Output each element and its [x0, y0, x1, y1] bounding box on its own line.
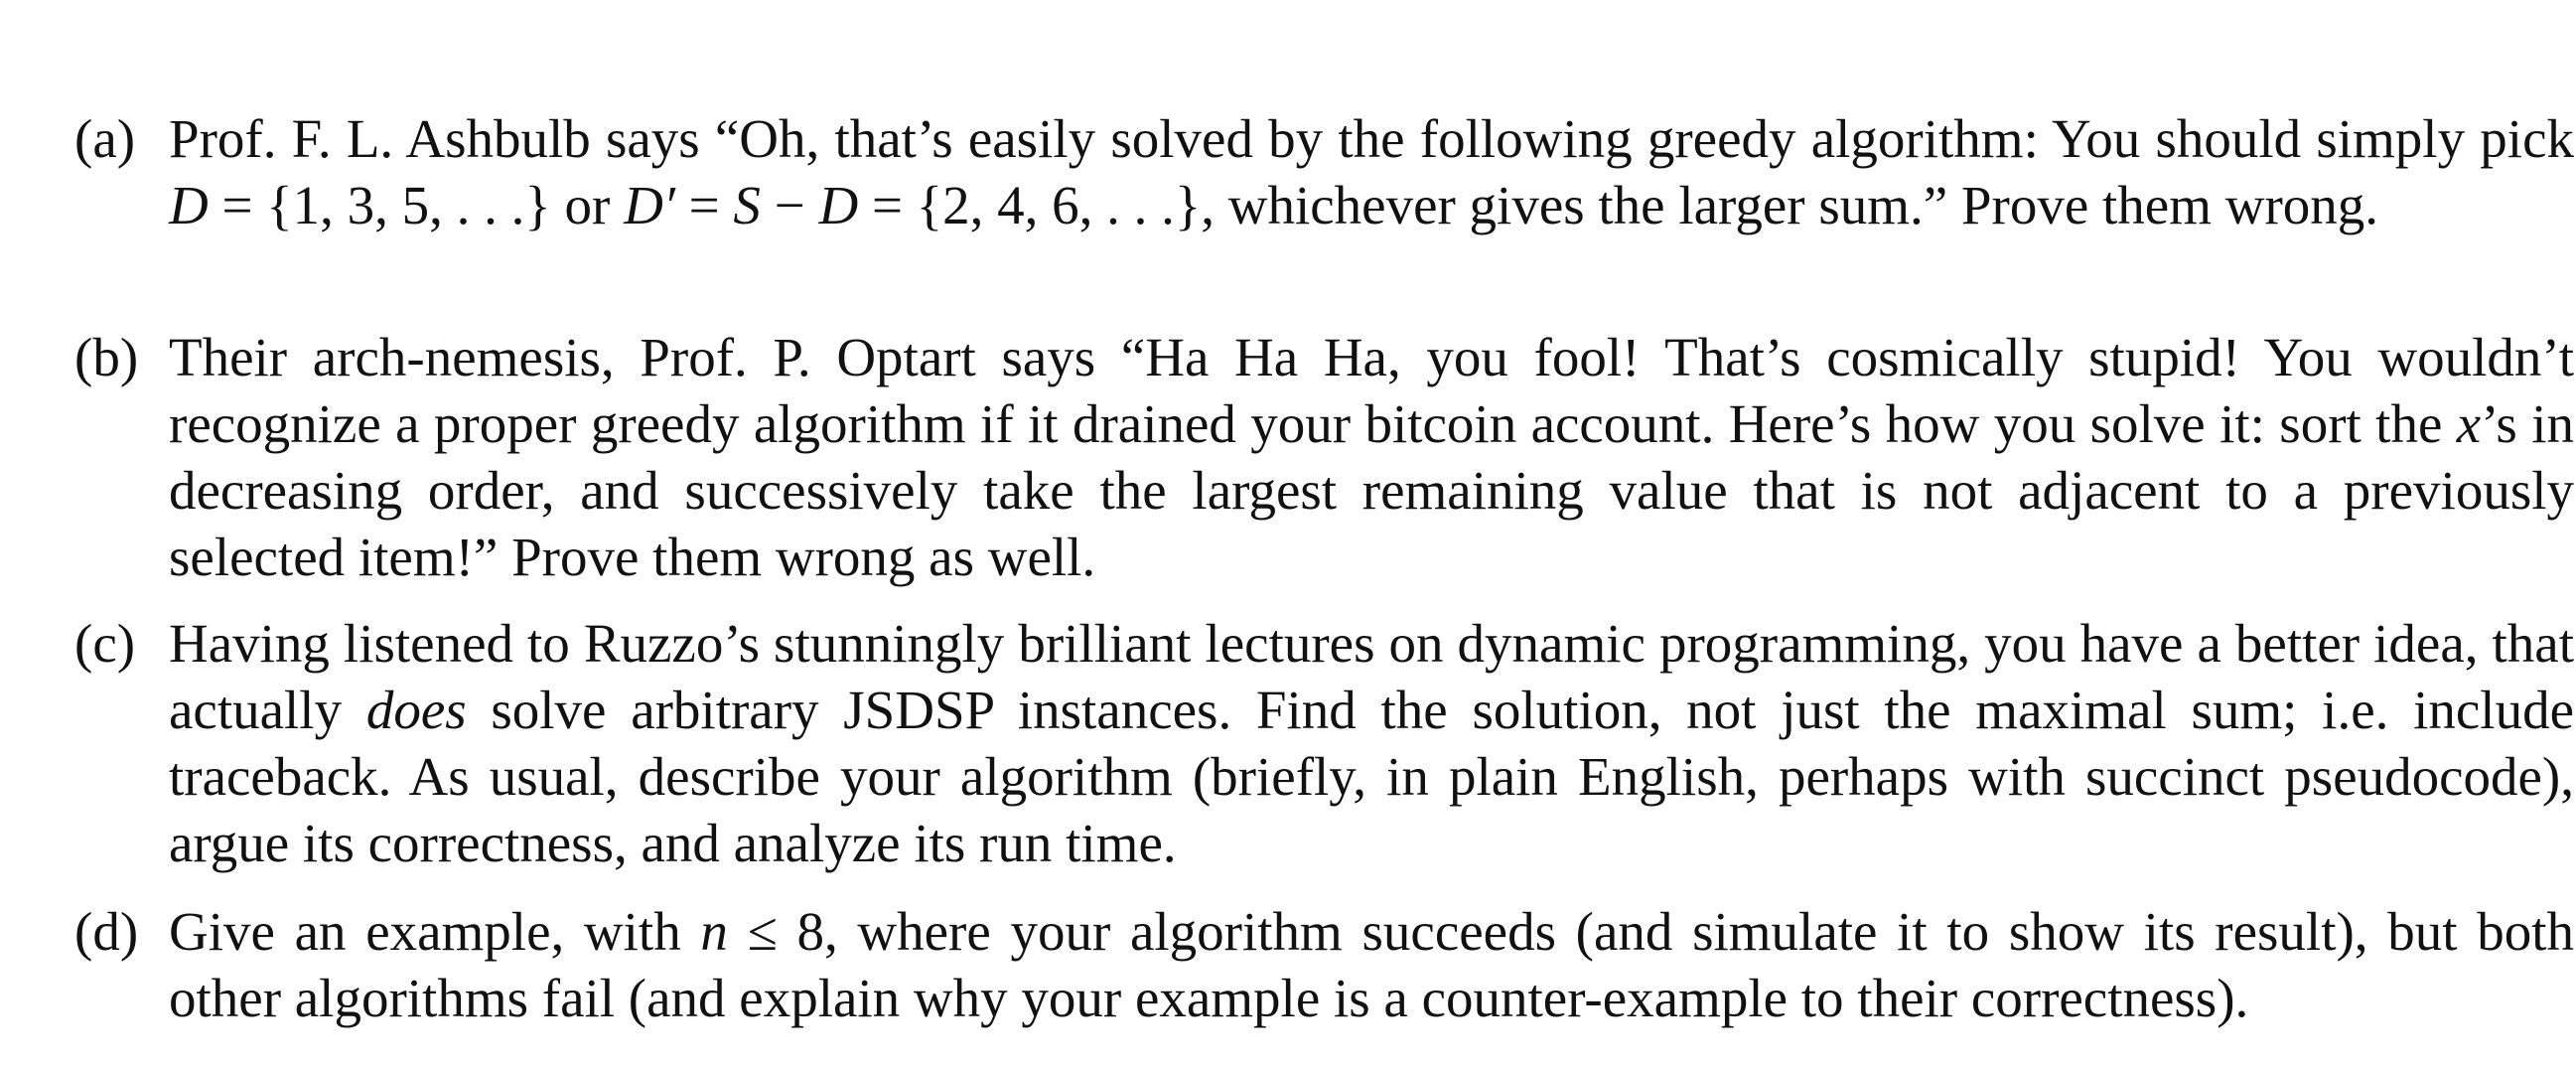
math-symbol: x [2456, 393, 2482, 454]
item-text: Prof. F. L. Ashbulb says “Oh, that’s eas… [169, 105, 2574, 238]
text-run: = [674, 175, 734, 235]
math-symbol: S [733, 175, 761, 235]
text-run: − [760, 175, 819, 235]
item-marker: (d) [74, 901, 139, 962]
item-text: Give an example, with n ≤ 8, where your … [169, 898, 2574, 1031]
text-run: Their arch-nemesis, Prof. P. Optart says… [169, 327, 2574, 454]
math-symbol: D′ [624, 175, 675, 235]
item-text: Having listened to Ruzzo’s stunningly br… [169, 610, 2574, 876]
text-run: solve arbitrary JSDSP instances. Find th… [169, 680, 2574, 873]
item-marker: (b) [74, 327, 139, 387]
item-text: Their arch-nemesis, Prof. P. Optart says… [169, 324, 2574, 590]
text-run: Prof. F. L. Ashbulb says “Oh, that’s eas… [169, 108, 2574, 169]
math-symbol: D [169, 175, 209, 235]
document-page: (a) Prof. F. L. Ashbulb says “Oh, that’s… [0, 0, 2576, 1069]
math-symbol: D [818, 175, 859, 235]
text-run: Give an example, with [169, 901, 701, 962]
text-run: = {2, 4, 6, . . .}, whichever gives the … [858, 175, 2379, 235]
item-marker: (a) [74, 108, 136, 169]
math-symbol: does [365, 680, 467, 740]
text-run: = {1, 3, 5, . . .} or [208, 175, 625, 235]
item-marker: (c) [74, 613, 136, 674]
math-symbol: n [700, 901, 728, 962]
